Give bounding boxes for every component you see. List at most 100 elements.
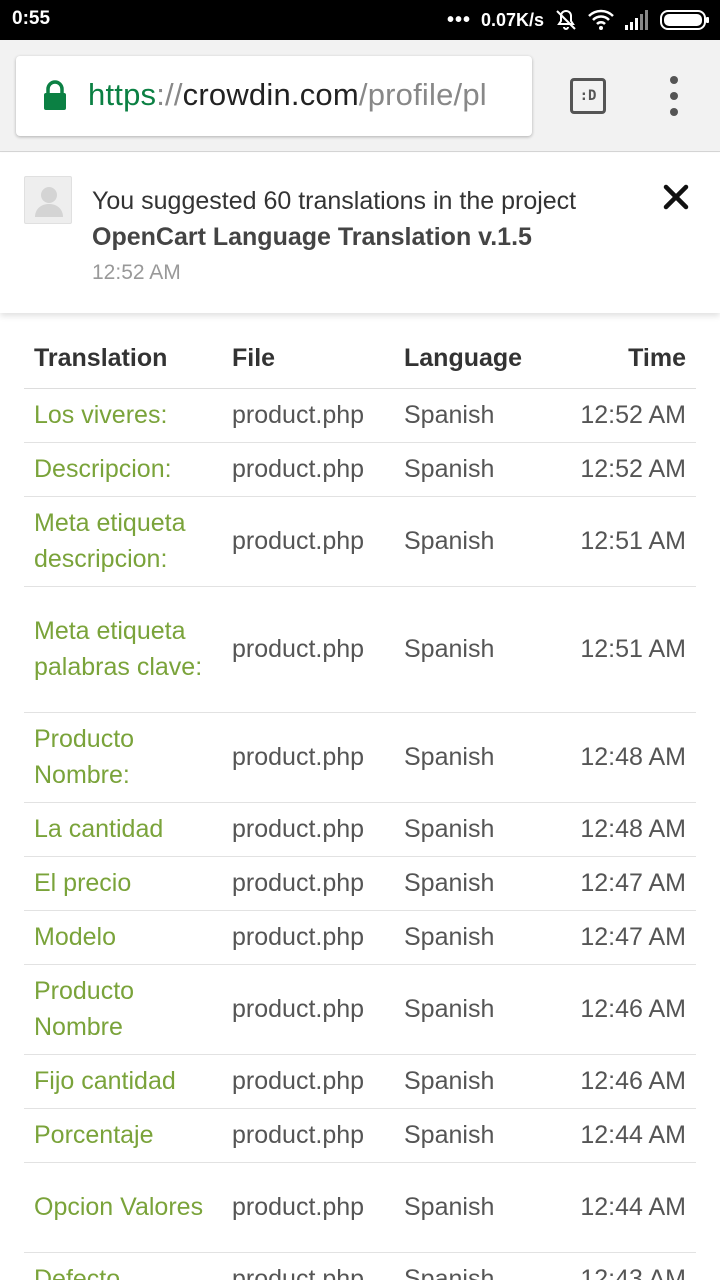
notification-popup: You suggested 60 translations in the pro… [0, 153, 720, 313]
file-name: product.php [222, 1162, 394, 1253]
header-time: Time [559, 330, 696, 389]
time: 12:48 AM [559, 802, 696, 857]
notification-project[interactable]: OpenCart Language Translation v.1.5 [92, 219, 532, 255]
menu-dot [670, 108, 678, 116]
file-name: product.php [222, 964, 394, 1055]
time: 12:47 AM [559, 910, 696, 965]
signal-icon [625, 10, 648, 30]
translation-link[interactable]: Meta etiqueta palabras clave: [24, 586, 222, 713]
translation-link[interactable]: Descripcion: [24, 442, 222, 497]
language: Spanish [394, 1108, 559, 1163]
menu-dot [670, 92, 678, 100]
url-host: crowdin.com [182, 77, 359, 112]
file-name: product.php [222, 1252, 394, 1280]
avatar [24, 176, 72, 224]
table-row: Modelo product.php Spanish 12:47 AM [24, 910, 696, 965]
table-row: Fijo cantidad product.php Spanish 12:46 … [24, 1054, 696, 1109]
more-notifications-icon: ••• [446, 8, 471, 31]
time: 12:51 AM [559, 586, 696, 713]
network-speed: 0.07K/s [480, 9, 544, 30]
header-translation: Translation [24, 330, 222, 389]
translation-link[interactable]: Fijo cantidad [24, 1054, 222, 1109]
language: Spanish [394, 388, 559, 443]
table-row: El precio product.php Spanish 12:47 AM [24, 856, 696, 911]
language: Spanish [394, 496, 559, 587]
translation-link[interactable]: Porcentaje [24, 1108, 222, 1163]
language: Spanish [394, 712, 559, 803]
table-row: La cantidad product.php Spanish 12:48 AM [24, 802, 696, 857]
time: 12:52 AM [559, 388, 696, 443]
language: Spanish [394, 802, 559, 857]
file-name: product.php [222, 802, 394, 857]
header-file: File [222, 330, 394, 389]
file-name: product.php [222, 586, 394, 713]
time: 12:52 AM [559, 442, 696, 497]
file-name: product.php [222, 496, 394, 587]
file-name: product.php [222, 712, 394, 803]
status-bar: 0:55 ••• 0.07K/s [0, 0, 720, 40]
time: 12:46 AM [559, 964, 696, 1055]
bell-muted-icon [556, 9, 576, 30]
time: 12:47 AM [559, 856, 696, 911]
language: Spanish [394, 442, 559, 497]
translation-link[interactable]: Producto Nombre [24, 964, 222, 1055]
time: 12:48 AM [559, 712, 696, 803]
file-name: product.php [222, 442, 394, 497]
address-bar[interactable]: https://crowdin.com/profile/pl [16, 56, 532, 136]
language: Spanish [394, 856, 559, 911]
translation-link[interactable]: Opcion Valores [24, 1162, 222, 1253]
file-name: product.php [222, 1108, 394, 1163]
translation-link[interactable]: Producto Nombre: [24, 712, 222, 803]
lock-icon [44, 80, 66, 110]
url-path: /profile/pl [358, 77, 487, 112]
translation-link[interactable]: La cantidad [24, 802, 222, 857]
time: 12:44 AM [559, 1108, 696, 1163]
language: Spanish [394, 964, 559, 1055]
time: 12:44 AM [559, 1162, 696, 1253]
translation-link[interactable]: Meta etiqueta descripcion: [24, 496, 222, 587]
time: 12:43 AM [559, 1252, 696, 1280]
translation-link[interactable]: Defecto [24, 1252, 222, 1280]
language: Spanish [394, 1054, 559, 1109]
notification-time: 12:52 AM [92, 261, 181, 284]
table-row: Meta etiqueta palabras clave: product.ph… [24, 586, 696, 713]
language: Spanish [394, 586, 559, 713]
time: 12:46 AM [559, 1054, 696, 1109]
translation-link[interactable]: Los viveres: [24, 388, 222, 443]
overflow-menu-button[interactable] [660, 76, 688, 116]
language: Spanish [394, 1252, 559, 1280]
notification-message: You suggested 60 translations in the pro… [92, 187, 577, 215]
language: Spanish [394, 910, 559, 965]
translations-table: Translation File Language Time Los viver… [24, 330, 696, 1280]
user-icon [35, 187, 63, 217]
table-row: Producto Nombre: product.php Spanish 12:… [24, 712, 696, 803]
tab-switcher-button[interactable]: :D [570, 78, 606, 114]
translation-link[interactable]: El precio [24, 856, 222, 911]
table-row: Porcentaje product.php Spanish 12:44 AM [24, 1108, 696, 1163]
file-name: product.php [222, 1054, 394, 1109]
table-row: Opcion Valores product.php Spanish 12:44… [24, 1162, 696, 1253]
file-name: product.php [222, 910, 394, 965]
browser-toolbar: https://crowdin.com/profile/pl :D [0, 40, 720, 152]
table-header-row: Translation File Language Time [24, 330, 696, 389]
url-text[interactable]: https://crowdin.com/profile/pl [88, 77, 487, 113]
translation-link[interactable]: Modelo [24, 910, 222, 965]
url-scheme: https [88, 77, 157, 112]
status-time: 0:55 [12, 8, 51, 29]
file-name: product.php [222, 388, 394, 443]
battery-icon [660, 10, 709, 30]
time: 12:51 AM [559, 496, 696, 587]
wifi-icon [588, 9, 614, 30]
menu-dot [670, 76, 678, 84]
table-row: Producto Nombre product.php Spanish 12:4… [24, 964, 696, 1055]
file-name: product.php [222, 856, 394, 911]
url-separator: :// [156, 77, 183, 112]
table-row: Defecto product.php Spanish 12:43 AM [24, 1252, 696, 1280]
close-icon[interactable] [662, 183, 690, 211]
table-row: Meta etiqueta descripcion: product.php S… [24, 496, 696, 587]
status-icons: ••• 0.07K/s [447, 6, 710, 34]
language: Spanish [394, 1162, 559, 1253]
table-row: Los viveres: product.php Spanish 12:52 A… [24, 388, 696, 443]
header-language: Language [394, 330, 559, 389]
table-row: Descripcion: product.php Spanish 12:52 A… [24, 442, 696, 497]
